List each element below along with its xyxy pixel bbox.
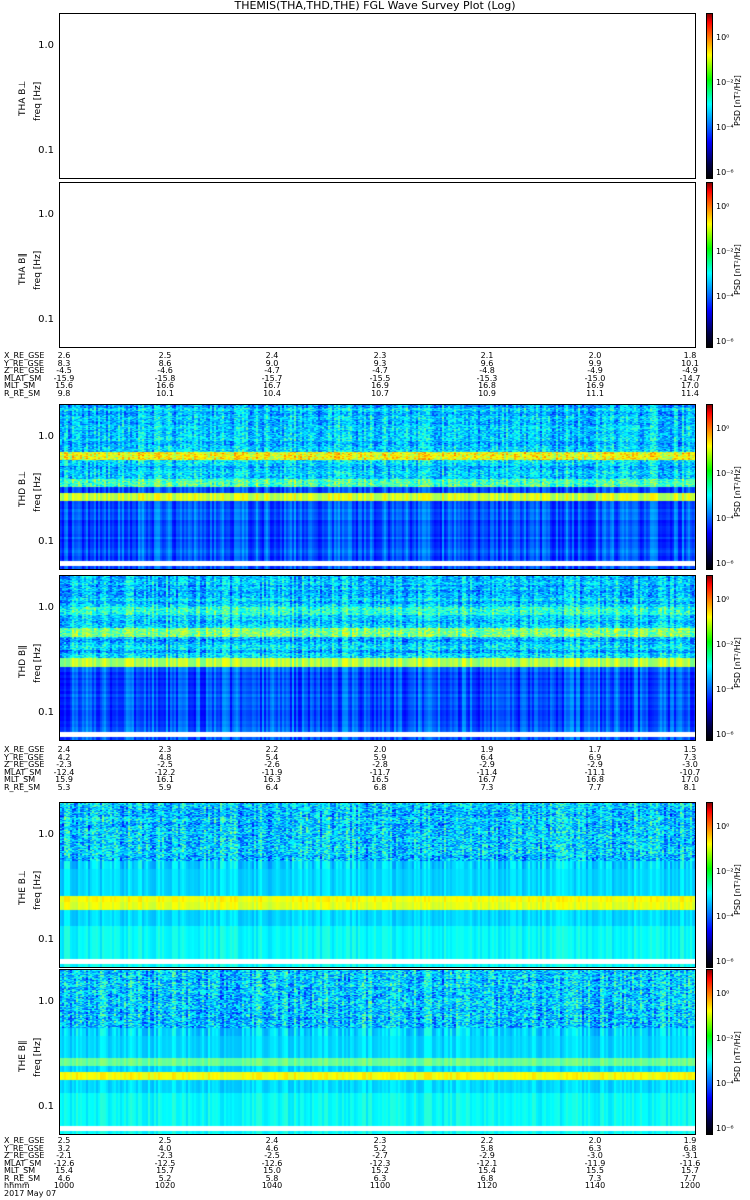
ephemeris-value: 7.3 <box>480 782 494 792</box>
y-axis-label: THA B⊥ <box>18 80 28 116</box>
colorbar-label: PSD [nT²/Hz] <box>733 637 742 688</box>
y-tick-label: 0.1 <box>38 933 54 945</box>
colorbar <box>706 575 713 741</box>
colorbar-tick-label: 10⁻⁴ <box>716 292 734 301</box>
colorbar-label: PSD [nT²/Hz] <box>733 864 742 915</box>
colorbar <box>706 969 713 1135</box>
y-tick-label: 1.0 <box>38 829 54 841</box>
ephemeris-value: 10.1 <box>156 388 174 398</box>
time-tick-label: 1040 <box>261 1181 283 1190</box>
ephemeris-label-r-re-sm: R_RE_SM <box>4 388 41 398</box>
colorbar-tick-label: 10⁰ <box>716 822 730 831</box>
y-axis-label: THD B∥ <box>18 645 28 678</box>
y-axis-unit: freq [Hz] <box>33 1037 43 1077</box>
colorbar-tick-label: 10⁻⁶ <box>716 957 734 966</box>
colorbar-label: PSD [nT²/Hz] <box>733 244 742 295</box>
ephemeris-value: 10.7 <box>371 388 389 398</box>
colorbar-tick-label: 10⁰ <box>716 33 730 42</box>
spectrogram-panel-5 <box>59 969 696 1135</box>
colorbar-tick-label: 10⁰ <box>716 202 730 211</box>
colorbar-tick-label: 10⁻⁴ <box>716 912 734 921</box>
spectrogram-panel-3 <box>59 575 696 741</box>
time-tick-label: 1200 <box>679 1181 701 1190</box>
spectrogram-image <box>60 970 695 1134</box>
colorbar-label: PSD [nT²/Hz] <box>733 466 742 517</box>
y-tick-label: 0.1 <box>38 706 54 718</box>
colorbar-tick-label: 10⁻⁴ <box>716 514 734 523</box>
y-axis-label: THE B⊥ <box>18 870 28 905</box>
colorbar-tick-label: 10⁻² <box>716 78 734 87</box>
colorbar <box>706 13 713 179</box>
colorbar-tick-label: 10⁻⁴ <box>716 123 734 132</box>
plot-title: THEMIS(THA,THD,THE) FGL Wave Survey Plot… <box>234 0 516 12</box>
time-tick-label: 1100 <box>369 1181 391 1190</box>
y-tick-label: 1.0 <box>38 602 54 614</box>
ephemeris-label-r-re-sm: R_RE_SM <box>4 782 41 792</box>
colorbar-label: PSD [nT²/Hz] <box>733 1031 742 1082</box>
colorbar-tick-label: 10⁻² <box>716 640 734 649</box>
y-axis-label: THE B∥ <box>18 1040 28 1073</box>
colorbar-tick-label: 10⁻⁴ <box>716 685 734 694</box>
y-tick-label: 0.1 <box>38 313 54 325</box>
y-axis-label: THA B∥ <box>18 253 28 285</box>
time-tick-label: 1020 <box>154 1181 176 1190</box>
y-tick-label: 1.0 <box>38 209 54 221</box>
spectrogram-image <box>60 803 695 967</box>
spectrogram-panel-1 <box>59 182 696 348</box>
y-axis-unit: freq [Hz] <box>33 81 43 121</box>
y-axis-unit: freq [Hz] <box>33 472 43 512</box>
spectrogram-image <box>60 405 695 569</box>
time-tick-label: 1120 <box>476 1181 498 1190</box>
y-axis-label: THD B⊥ <box>18 470 28 507</box>
colorbar <box>706 404 713 570</box>
colorbar-tick-label: 10⁻⁴ <box>716 1079 734 1088</box>
colorbar-tick-label: 10⁻² <box>716 469 734 478</box>
colorbar-tick-label: 10⁻² <box>716 1034 734 1043</box>
spectrogram-panel-2 <box>59 404 696 570</box>
y-tick-label: 0.1 <box>38 1100 54 1112</box>
y-tick-label: 1.0 <box>38 40 54 52</box>
ephemeris-value: 5.3 <box>57 782 71 792</box>
ephemeris-value: 7.7 <box>588 782 602 792</box>
y-axis-unit: freq [Hz] <box>33 870 43 910</box>
colorbar <box>706 182 713 348</box>
colorbar-tick-label: 10⁻⁶ <box>716 730 734 739</box>
ephemeris-value: 5.9 <box>158 782 172 792</box>
colorbar-tick-label: 10⁻⁶ <box>716 559 734 568</box>
ephemeris-value: 10.9 <box>478 388 496 398</box>
date-label: 2017 May 07 <box>4 1189 57 1198</box>
ephemeris-value: 6.4 <box>265 782 279 792</box>
colorbar-tick-label: 10⁰ <box>716 595 730 604</box>
ephemeris-value: 8.1 <box>683 782 697 792</box>
ephemeris-value: 11.1 <box>586 388 604 398</box>
spectrogram-panel-0 <box>59 13 696 179</box>
colorbar-tick-label: 10⁻⁶ <box>716 168 734 177</box>
y-axis-unit: freq [Hz] <box>33 643 43 683</box>
colorbar-label: PSD [nT²/Hz] <box>733 75 742 126</box>
ephemeris-value: 9.8 <box>57 388 71 398</box>
colorbar-tick-label: 10⁻⁶ <box>716 1124 734 1133</box>
y-tick-label: 1.0 <box>38 431 54 443</box>
spectrogram-image <box>60 576 695 740</box>
colorbar-tick-label: 10⁻² <box>716 247 734 256</box>
time-tick-label: 1140 <box>584 1181 606 1190</box>
colorbar-tick-label: 10⁰ <box>716 424 730 433</box>
y-tick-label: 0.1 <box>38 144 54 156</box>
ephemeris-value: 6.8 <box>373 782 387 792</box>
ephemeris-value: 10.4 <box>263 388 281 398</box>
colorbar-tick-label: 10⁻⁶ <box>716 337 734 346</box>
y-tick-label: 0.1 <box>38 535 54 547</box>
colorbar-tick-label: 10⁻² <box>716 867 734 876</box>
colorbar <box>706 802 713 968</box>
spectrogram-panel-4 <box>59 802 696 968</box>
y-axis-unit: freq [Hz] <box>33 250 43 290</box>
colorbar-tick-label: 10⁰ <box>716 989 730 998</box>
y-tick-label: 1.0 <box>38 996 54 1008</box>
ephemeris-value: 11.4 <box>681 388 699 398</box>
